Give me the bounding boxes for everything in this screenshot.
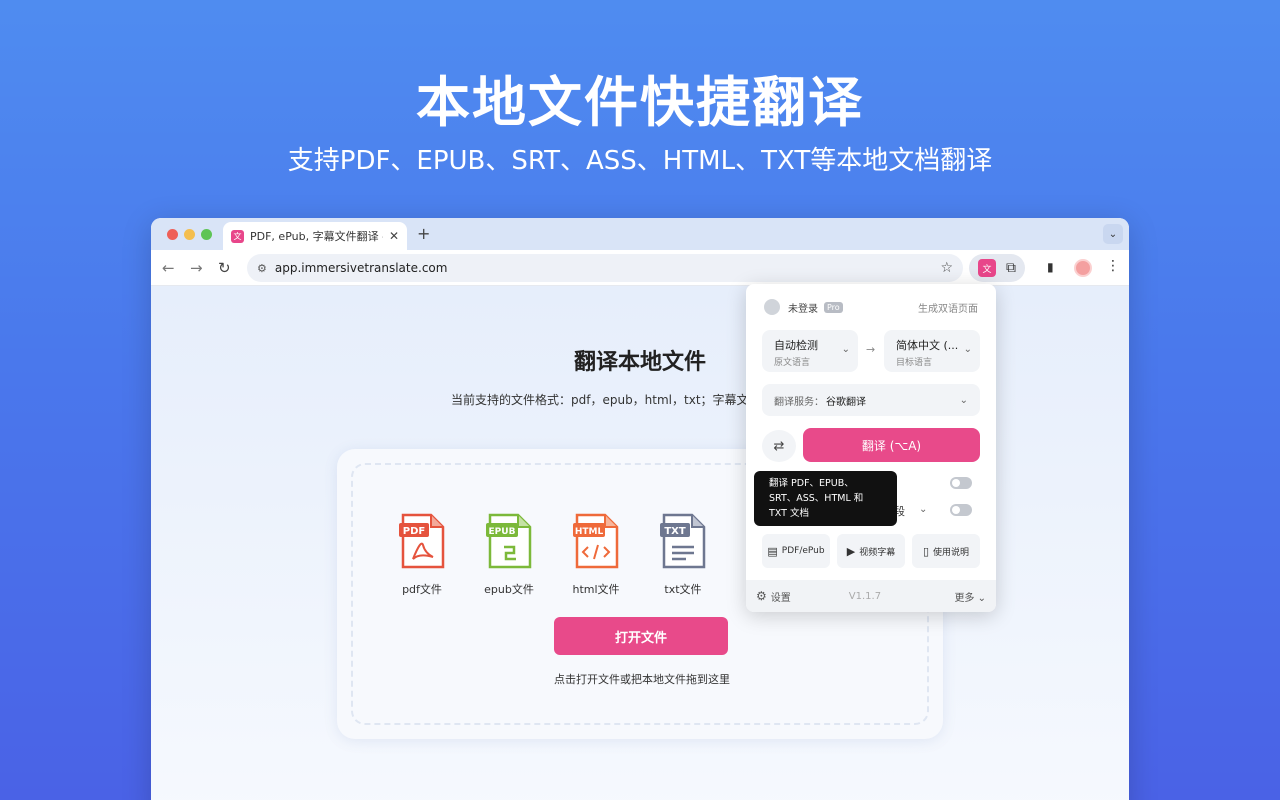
pro-badge: Pro bbox=[824, 301, 843, 313]
txt-badge-text: TXT bbox=[664, 526, 686, 537]
video-icon: ▶ bbox=[846, 544, 856, 558]
url-text[interactable]: app.immersivetranslate.com bbox=[275, 261, 941, 275]
translate-toggle-icon[interactable]: ⇄ bbox=[762, 430, 796, 462]
service-value: 谷歌翻译 bbox=[826, 396, 866, 408]
epub-file-icon: EPUB bbox=[486, 513, 532, 569]
file-type-txt: TXT txt文件 bbox=[648, 513, 718, 597]
target-language-select[interactable]: 简体中文 (... 目标语言 ⌄ bbox=[884, 330, 980, 372]
hero-title: 本地文件快捷翻译 bbox=[416, 71, 864, 134]
version-text: V1.1.7 bbox=[848, 590, 882, 602]
service-label: 翻译服务： bbox=[774, 396, 824, 408]
chevron-down-icon[interactable]: ⌄ bbox=[919, 504, 927, 515]
chevron-down-icon: ⌄ bbox=[959, 394, 968, 406]
pdf-file-icon: PDF bbox=[399, 513, 445, 569]
tab-bar: 文 PDF, ePub, 字幕文件翻译 - 沉 ✕ + ⌄ bbox=[151, 218, 1129, 250]
side-panel-icon[interactable]: ▮ bbox=[1047, 260, 1054, 274]
immersive-translate-extension-icon[interactable]: 文 bbox=[978, 259, 996, 277]
user-avatar-icon[interactable] bbox=[764, 299, 780, 315]
kebab-menu-icon[interactable]: ⋮ bbox=[1106, 258, 1120, 274]
browser-toolbar: ← → ↻ ⚙ app.immersivetranslate.com ☆ 文 ⧉… bbox=[151, 250, 1129, 286]
forward-arrow-icon[interactable]: → bbox=[190, 259, 203, 277]
profile-avatar[interactable] bbox=[1074, 259, 1092, 277]
close-window-button[interactable] bbox=[167, 229, 178, 240]
puzzle-extensions-icon[interactable]: ⧉ bbox=[1006, 260, 1016, 276]
chevron-down-icon: ⌄ bbox=[963, 344, 972, 355]
pdf-badge-text: PDF bbox=[403, 526, 425, 537]
epub-file-label: epub文件 bbox=[484, 583, 534, 596]
popup-footer: ⚙ 设置 V1.1.7 更多 ⌄ bbox=[746, 580, 996, 612]
file-type-html: HTML html文件 bbox=[561, 513, 631, 597]
back-arrow-icon[interactable]: ← bbox=[162, 259, 175, 277]
popup-header: 未登录 Pro 生成双语页面 bbox=[764, 298, 978, 316]
open-file-button[interactable]: 打开文件 bbox=[554, 617, 728, 655]
settings-link[interactable]: 设置 bbox=[771, 589, 791, 604]
document-icon: ▤ bbox=[767, 544, 778, 558]
file-type-epub: EPUB epub文件 bbox=[474, 513, 544, 597]
user-guide-label: 使用说明 bbox=[933, 547, 970, 558]
paragraph-toggle[interactable] bbox=[950, 504, 972, 516]
target-language-value: 简体中文 (... bbox=[896, 339, 959, 352]
translate-button[interactable]: 翻译 (⌥A) bbox=[803, 428, 980, 462]
pdf-epub-label: PDF/ePub bbox=[781, 546, 825, 556]
html-badge-text: HTML bbox=[575, 527, 604, 537]
video-subtitle-label: 视频字幕 bbox=[859, 547, 896, 558]
pdf-epub-button[interactable]: ▤ PDF/ePub bbox=[762, 534, 830, 568]
bookmark-star-icon[interactable]: ☆ bbox=[940, 260, 953, 276]
pdf-file-label: pdf文件 bbox=[402, 583, 442, 596]
html-file-icon: HTML bbox=[573, 513, 619, 569]
source-language-caption: 原文语言 bbox=[774, 358, 811, 368]
more-label: 更多 bbox=[954, 592, 975, 604]
login-status[interactable]: 未登录 bbox=[788, 300, 818, 315]
hero-subtitle: 支持PDF、EPUB、SRT、ASS、HTML、TXT等本地文档翻译 bbox=[287, 146, 993, 176]
html-file-label: html文件 bbox=[572, 583, 620, 596]
tab-search-chevron-icon[interactable]: ⌄ bbox=[1103, 224, 1123, 244]
user-guide-button[interactable]: ▯ 使用说明 bbox=[912, 534, 980, 568]
source-language-value: 自动检测 bbox=[774, 339, 818, 352]
gear-icon[interactable]: ⚙ bbox=[756, 589, 767, 603]
maximize-window-button[interactable] bbox=[201, 229, 212, 240]
tooltip-line-2: SRT、ASS、HTML 和 bbox=[769, 493, 864, 504]
book-icon: ▯ bbox=[922, 544, 930, 558]
tab-title: PDF, ePub, 字幕文件翻译 - 沉 bbox=[250, 230, 383, 243]
video-subtitle-button[interactable]: ▶ 视频字幕 bbox=[837, 534, 905, 568]
browser-tab[interactable]: 文 PDF, ePub, 字幕文件翻译 - 沉 ✕ bbox=[223, 222, 407, 250]
tooltip-line-3: TXT 文档 bbox=[769, 508, 809, 519]
txt-file-label: txt文件 bbox=[664, 583, 702, 596]
reload-icon[interactable]: ↻ bbox=[218, 259, 231, 277]
more-menu[interactable]: 更多 ⌄ bbox=[954, 589, 986, 604]
setting-toggle[interactable] bbox=[950, 477, 972, 489]
arrow-right-icon: → bbox=[866, 343, 876, 356]
tooltip-line-1: 翻译 PDF、EPUB、 bbox=[769, 478, 854, 489]
tab-close-icon[interactable]: ✕ bbox=[389, 229, 399, 243]
translate-favicon-icon: 文 bbox=[231, 229, 244, 243]
site-settings-icon[interactable]: ⚙ bbox=[257, 262, 267, 275]
translate-extension-popup: 未登录 Pro 生成双语页面 自动检测 原文语言 ⌄ → 简体中文 (... 目… bbox=[746, 284, 996, 612]
chevron-down-icon: ⌄ bbox=[841, 344, 850, 355]
pdf-button-tooltip: 翻译 PDF、EPUB、 SRT、ASS、HTML 和 TXT 文档 bbox=[754, 471, 897, 526]
supported-formats-text: 当前支持的文件格式：pdf，epub，html，txt；字幕文 bbox=[451, 393, 749, 407]
new-tab-button[interactable]: + bbox=[417, 224, 430, 243]
address-bar[interactable]: ⚙ app.immersivetranslate.com ☆ bbox=[247, 254, 963, 282]
target-language-caption: 目标语言 bbox=[896, 358, 933, 368]
minimize-window-button[interactable] bbox=[184, 229, 195, 240]
source-language-select[interactable]: 自动检测 原文语言 ⌄ bbox=[762, 330, 858, 372]
drop-hint-text: 点击打开文件或把本地文件拖到这里 bbox=[554, 673, 730, 686]
txt-file-icon: TXT bbox=[660, 513, 706, 569]
epub-badge-text: EPUB bbox=[489, 527, 516, 537]
generate-bilingual-page-link[interactable]: 生成双语页面 bbox=[918, 300, 978, 315]
file-type-pdf: PDF pdf文件 bbox=[387, 513, 457, 597]
extensions-group: 文 ⧉ bbox=[969, 254, 1025, 282]
translation-service-select[interactable]: 翻译服务： 谷歌翻译 ⌄ bbox=[762, 384, 980, 416]
